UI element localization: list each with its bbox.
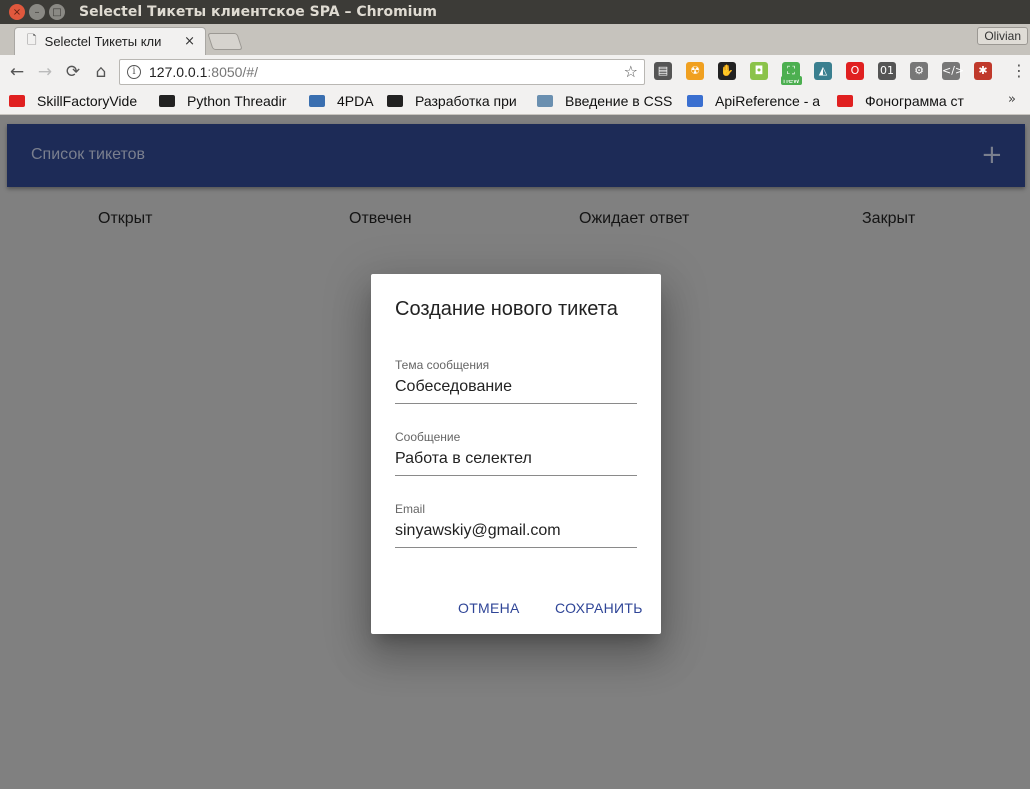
extension-green-icon[interactable]: ◘ [750,62,768,80]
bookmark-label: Разработка при [415,93,517,109]
reload-icon[interactable]: ⟳ [59,62,87,82]
screenshot-new-extension-icon[interactable]: ⛶ [782,62,800,80]
email-field[interactable]: Email sinyawskiy@gmail.com [395,502,637,548]
status-tab-open[interactable]: Открыт [98,210,153,228]
dialog-title: Создание нового тикета [395,298,618,320]
browser-tab[interactable]: 🗋 Selectel Тикеты кли × [14,27,206,55]
status-tab-answered[interactable]: Отвечен [349,210,412,228]
browser-menu-icon[interactable]: ⋮ [1011,62,1027,80]
window-close-button[interactable]: × [9,4,25,20]
page-icon: 🗋 [27,33,37,47]
bookmark-item[interactable]: SkillFactoryVide [9,92,149,110]
bookmark-item[interactable]: Python Threadir [159,92,299,110]
gnome-extension-icon[interactable]: ✋ [718,62,736,80]
add-ticket-icon[interactable]: + [981,142,1003,168]
app-bar: Список тикетов + [7,124,1025,187]
email-input[interactable]: sinyawskiy@gmail.com [395,522,637,548]
extension-orange-icon[interactable]: ☢ [686,62,704,80]
bookmark-star-icon[interactable]: ☆ [624,62,638,81]
subject-input[interactable]: Собеседование [395,378,637,404]
profile-button[interactable]: Olivian [977,27,1028,45]
subject-field[interactable]: Тема сообщения Собеседование [395,358,637,404]
youtube-icon [837,95,853,107]
tab-strip: 🗋 Selectel Тикеты кли × Olivian [0,24,1030,55]
window-maximize-button[interactable]: □ [49,4,65,20]
email-label: Email [395,502,426,516]
bookmark-item[interactable]: Разработка при [387,92,527,110]
tab-close-icon[interactable]: × [184,34,195,49]
extension-teal-icon[interactable]: ◭ [814,62,832,80]
address-bar[interactable]: i 127.0.0.1:8050/#/ ☆ [119,59,645,85]
binary-extension-icon[interactable]: 01 [878,62,896,80]
python-icon [159,95,175,107]
home-icon [687,95,703,107]
bookmark-label: Фонограмма ст [865,93,964,109]
h-icon [537,95,553,107]
url-path: :8050/#/ [207,64,258,80]
bookmark-item[interactable]: Введение в CSS [537,92,677,110]
app-bar-title: Список тикетов [31,146,146,163]
url-text[interactable]: 127.0.0.1:8050/#/ [149,64,258,80]
bookmarks-bar: SkillFactoryVide Python Threadir 4PDA Разра… [0,88,1030,115]
gear-extension-icon[interactable]: ⚙ [910,62,928,80]
bookmark-label: Введение в CSS [565,93,673,109]
extension-red-icon[interactable]: ✱ [974,62,992,80]
bookmarks-overflow-icon[interactable]: » [1008,92,1016,107]
code-extension-icon[interactable]: </> [942,62,964,80]
url-host: 127.0.0.1 [149,64,208,80]
4pda-icon [309,95,325,107]
window-titlebar: × – □ Selectel Тикеты клиентское SPA – C… [0,0,1030,24]
subject-label: Тема сообщения [395,358,490,372]
bookmark-label: 4PDA [337,93,374,109]
bookmark-label: ApiReference - a [715,93,821,109]
bookmark-item[interactable]: ApiReference - a [687,92,827,110]
save-button[interactable]: СОХРАНИТЬ [555,600,643,616]
info-icon[interactable]: i [127,65,141,79]
cancel-button[interactable]: ОТМЕНА [458,600,520,616]
bookmark-label: SkillFactoryVide [37,93,138,109]
message-label: Сообщение [395,430,461,444]
status-tab-awaiting[interactable]: Ожидает ответ [579,210,689,228]
window-minimize-button[interactable]: – [29,4,45,20]
bookmark-item[interactable]: Фонограмма ст [837,92,977,110]
message-input[interactable]: Работа в селектел [395,450,637,476]
window-title: Selectel Тикеты клиентское SPA – Chromiu… [79,4,438,20]
home-icon[interactable]: ⌂ [87,62,115,82]
back-icon[interactable]: ← [3,62,31,82]
status-tab-closed[interactable]: Закрыт [862,210,915,228]
new-tab-button[interactable] [207,33,243,50]
message-field[interactable]: Сообщение Работа в селектел [395,430,637,476]
new-ticket-dialog: Создание нового тикета Тема сообщения Со… [371,274,661,634]
qr-icon [387,95,403,107]
tab-title: Selectel Тикеты кли [44,34,162,49]
opera-extension-icon[interactable]: O [846,62,864,80]
forward-icon[interactable]: → [31,62,59,82]
bookmark-label: Python Threadir [187,93,287,109]
youtube-icon [9,95,25,107]
bookmark-item[interactable]: 4PDA [309,92,379,110]
page-content: Список тикетов + Открыт Отвечен Ожидает … [0,116,1030,789]
radio-extension-icon[interactable]: ▤ [654,62,672,80]
